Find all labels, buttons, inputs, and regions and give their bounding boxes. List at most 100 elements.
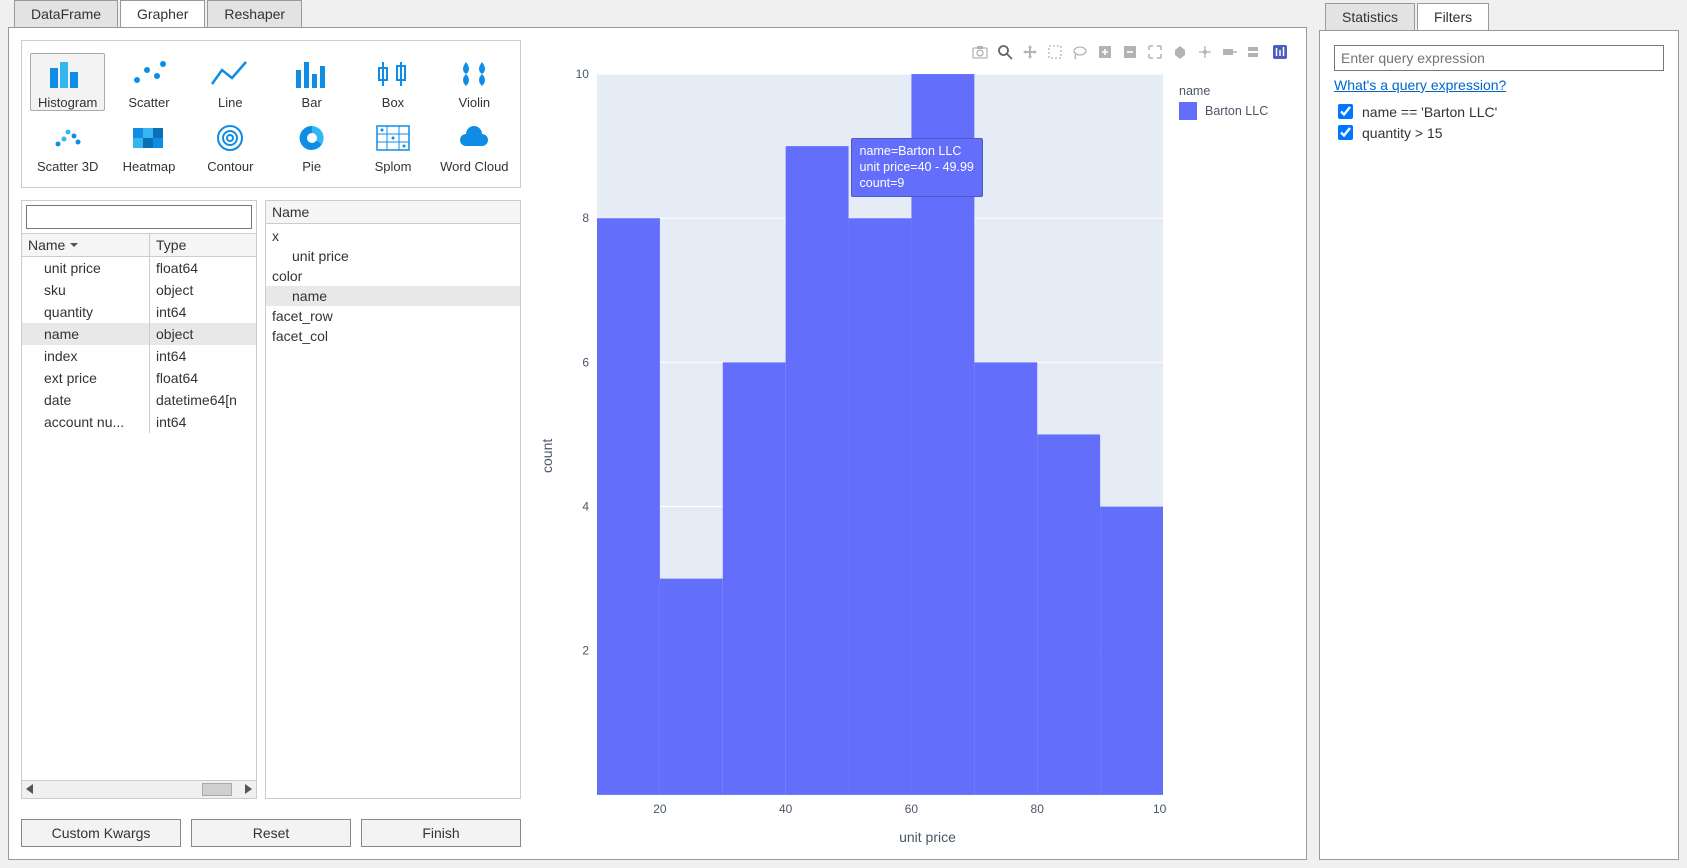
mapping-value[interactable]: unit price (266, 246, 520, 266)
chart-type-scatter[interactable]: Scatter (111, 53, 186, 111)
y-axis-label: count (533, 64, 561, 847)
tab-grapher[interactable]: Grapher (120, 0, 205, 27)
tab-reshaper[interactable]: Reshaper (207, 0, 302, 27)
column-row[interactable]: account nu...int64 (22, 411, 256, 433)
filter-text: quantity > 15 (1362, 125, 1443, 141)
reset-button[interactable]: Reset (191, 819, 351, 847)
chart-type-histogram[interactable]: Histogram (30, 53, 105, 111)
filters-pane: What's a query expression? name == 'Bart… (1319, 30, 1679, 860)
chart-type-scatter3d[interactable]: Scatter 3D (30, 117, 105, 175)
plot-toolbar (533, 40, 1294, 64)
zoom-icon[interactable] (997, 44, 1013, 60)
svg-text:20: 20 (653, 802, 667, 816)
line-icon (210, 60, 250, 88)
chart-type-violin[interactable]: Violin (437, 53, 512, 111)
chart-type-heatmap[interactable]: Heatmap (111, 117, 186, 175)
columns-header-type[interactable]: Type (150, 234, 256, 256)
svg-text:8: 8 (582, 211, 589, 225)
svg-text:4: 4 (582, 500, 589, 514)
filter-list: name == 'Barton LLC' quantity > 15 (1334, 101, 1664, 143)
custom-kwargs-button[interactable]: Custom Kwargs (21, 819, 181, 847)
mapping-slot[interactable]: facet_row (266, 306, 520, 326)
column-row[interactable]: unit pricefloat64 (22, 257, 256, 279)
filter-row: quantity > 15 (1334, 122, 1664, 143)
chart-type-line[interactable]: Line (193, 53, 268, 111)
show-closest-icon[interactable] (1222, 44, 1238, 60)
x-axis-label: unit price (561, 825, 1294, 847)
chart-type-splom[interactable]: Splom (355, 117, 430, 175)
grapher-pane: Histogram Scatter Line Bar (8, 27, 1307, 860)
columns-hscroll[interactable] (22, 780, 256, 798)
main-tab-strip: DataFrame Grapher Reshaper (8, 0, 1307, 27)
box-icon (373, 60, 413, 88)
tab-statistics[interactable]: Statistics (1325, 3, 1415, 30)
pie-icon (292, 124, 332, 152)
chart-type-grid: Histogram Scatter Line Bar (21, 40, 521, 188)
mapping-header[interactable]: Name (266, 201, 520, 224)
svg-text:2: 2 (582, 644, 589, 658)
lasso-icon[interactable] (1072, 44, 1088, 60)
svg-text:10: 10 (576, 67, 590, 81)
mapping-list[interactable]: xunit pricecolornamefacet_rowfacet_col (266, 224, 520, 798)
column-row[interactable]: ext pricefloat64 (22, 367, 256, 389)
filter-checkbox[interactable] (1338, 104, 1353, 119)
column-row[interactable]: quantityint64 (22, 301, 256, 323)
legend-swatch (1179, 102, 1197, 120)
chart-type-bar[interactable]: Bar (274, 53, 349, 111)
column-row[interactable]: datedatetime64[n (22, 389, 256, 411)
chart-type-pie[interactable]: Pie (274, 117, 349, 175)
column-row[interactable]: indexint64 (22, 345, 256, 367)
query-help-link[interactable]: What's a query expression? (1334, 77, 1664, 93)
columns-panel: Name Type unit pricefloat64skuobjectquan… (21, 200, 257, 799)
camera-icon[interactable] (972, 44, 988, 60)
zoom-out-icon[interactable] (1122, 44, 1138, 60)
plotly-logo-icon[interactable] (1272, 44, 1288, 60)
svg-text:80: 80 (1031, 802, 1045, 816)
column-row[interactable]: nameobject (22, 323, 256, 345)
wordcloud-icon (454, 124, 494, 152)
columns-header-name[interactable]: Name (22, 234, 150, 256)
splom-icon (373, 124, 413, 152)
chart-type-wordcloud[interactable]: Word Cloud (437, 117, 512, 175)
toggle-spike-icon[interactable] (1197, 44, 1213, 60)
filter-text: name == 'Barton LLC' (1362, 104, 1497, 120)
chart-area: count 24681020406080100 name=Barton LLCu… (533, 40, 1294, 847)
columns-list[interactable]: unit pricefloat64skuobjectquantityint64n… (22, 257, 256, 780)
scatter3d-icon (48, 124, 88, 152)
legend-item[interactable]: Barton LLC (1179, 102, 1294, 120)
query-expression-input[interactable] (1334, 45, 1664, 71)
svg-text:60: 60 (905, 802, 919, 816)
tab-filters[interactable]: Filters (1417, 3, 1489, 30)
chart-type-contour[interactable]: Contour (193, 117, 268, 175)
column-row[interactable]: skuobject (22, 279, 256, 301)
reset-axes-icon[interactable] (1172, 44, 1188, 60)
histogram-chart[interactable]: 2 4 6 8 10 20 40 60 80 100 (561, 64, 1167, 825)
mapping-slot[interactable]: facet_col (266, 326, 520, 346)
columns-filter-input[interactable] (26, 205, 252, 229)
right-tab-strip: Statistics Filters (1319, 0, 1679, 30)
legend-title: name (1179, 84, 1294, 98)
svg-text:6: 6 (582, 355, 589, 369)
finish-button[interactable]: Finish (361, 819, 521, 847)
chart-legend: name Barton LLC (1179, 64, 1294, 825)
box-select-icon[interactable] (1047, 44, 1063, 60)
histogram-icon (48, 60, 88, 88)
sort-indicator-icon (69, 240, 79, 250)
autoscale-icon[interactable] (1147, 44, 1163, 60)
contour-icon (210, 124, 250, 152)
svg-text:40: 40 (779, 802, 793, 816)
zoom-in-icon[interactable] (1097, 44, 1113, 60)
filter-checkbox[interactable] (1338, 125, 1353, 140)
pan-icon[interactable] (1022, 44, 1038, 60)
chart-type-box[interactable]: Box (355, 53, 430, 111)
compare-icon[interactable] (1247, 44, 1263, 60)
mapping-panel: Name xunit pricecolornamefacet_rowfacet_… (265, 200, 521, 799)
mapping-slot[interactable]: color (266, 266, 520, 286)
bar-icon (292, 60, 332, 88)
tab-dataframe[interactable]: DataFrame (14, 0, 118, 27)
mapping-value[interactable]: name (266, 286, 520, 306)
violin-icon (454, 60, 494, 88)
mapping-slot[interactable]: x (266, 226, 520, 246)
svg-text:100: 100 (1153, 802, 1167, 816)
scatter-icon (129, 60, 169, 88)
